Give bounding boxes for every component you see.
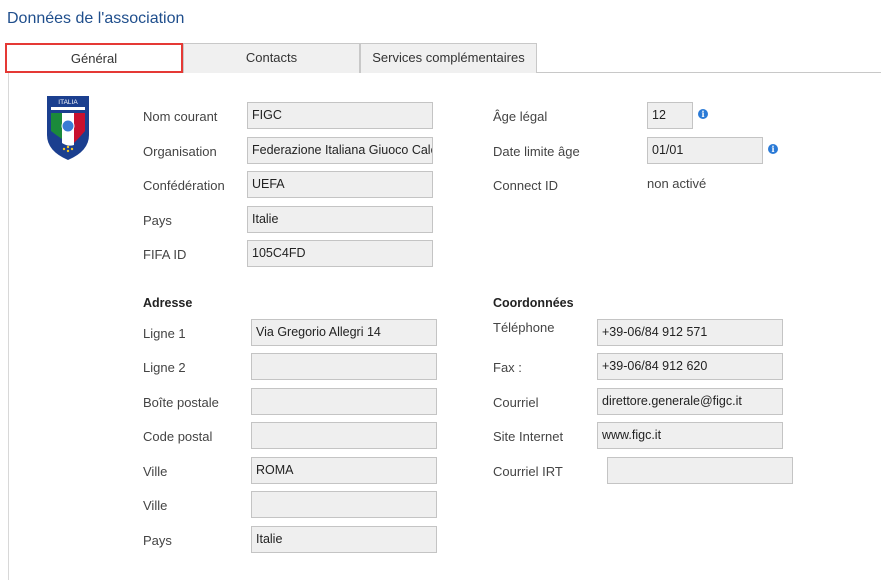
ligne2-field[interactable] xyxy=(251,353,437,380)
courriel-irt-label: Courriel IRT xyxy=(493,464,563,479)
courriel-irt-field[interactable] xyxy=(607,457,793,484)
crest-text: ITALIA xyxy=(58,99,78,106)
date-limite-age-label: Date limite âge xyxy=(493,144,580,159)
ville2-field[interactable] xyxy=(251,491,437,518)
fax-field[interactable]: +39-06/84 912 620 xyxy=(597,353,783,380)
coordonnees-heading: Coordonnées xyxy=(493,296,574,310)
age-legal-label: Âge légal xyxy=(493,109,548,124)
fifa-id-label: FIFA ID xyxy=(143,247,187,262)
boite-postale-field[interactable] xyxy=(251,388,437,415)
courriel-field[interactable]: direttore.generale@figc.it xyxy=(597,388,783,415)
site-internet-field[interactable]: www.figc.it xyxy=(597,422,783,449)
ligne1-label: Ligne 1 xyxy=(143,326,186,341)
connect-id-label: Connect ID xyxy=(493,178,559,193)
tab-general[interactable]: Général xyxy=(5,43,183,73)
courriel-label: Courriel xyxy=(493,395,539,410)
connect-id-value: non activé xyxy=(647,176,707,191)
age-legal-field[interactable]: 12 xyxy=(647,102,693,129)
pays-field[interactable]: Italie xyxy=(247,206,433,233)
info-icon[interactable]: i xyxy=(768,144,778,154)
tab-bar: Général Contacts Services complémentaire… xyxy=(5,43,881,73)
adresse-pays-field[interactable]: Italie xyxy=(251,526,437,553)
organisation-label: Organisation xyxy=(143,144,217,159)
fifa-id-field[interactable]: 105C4FD xyxy=(247,240,433,267)
organisation-field[interactable]: Federazione Italiana Giuoco Calcio xyxy=(247,137,433,164)
ville2-label: Ville xyxy=(143,498,168,513)
nom-courant-label: Nom courant xyxy=(143,109,218,124)
site-internet-label: Site Internet xyxy=(493,429,564,444)
ville-field[interactable]: ROMA xyxy=(251,457,437,484)
code-postal-label: Code postal xyxy=(143,429,213,444)
info-icon[interactable]: i xyxy=(698,109,708,119)
nom-courant-field[interactable]: FIGC xyxy=(247,102,433,129)
page-title: Données de l'association xyxy=(7,10,185,27)
ligne1-field[interactable]: Via Gregorio Allegri 14 xyxy=(251,319,437,346)
ville-label: Ville xyxy=(143,464,168,479)
confederation-field[interactable]: UEFA xyxy=(247,171,433,198)
confederation-label: Confédération xyxy=(143,178,225,193)
adresse-pays-label: Pays xyxy=(143,533,172,548)
tab-services-complementaires[interactable]: Services complémentaires xyxy=(360,43,537,73)
date-limite-age-field[interactable]: 01/01 xyxy=(647,137,763,164)
telephone-label: Téléphone xyxy=(493,320,555,335)
fax-label: Fax : xyxy=(493,360,522,375)
adresse-heading: Adresse xyxy=(143,296,193,310)
telephone-field[interactable]: +39-06/84 912 571 xyxy=(597,319,783,346)
code-postal-field[interactable] xyxy=(251,422,437,449)
pays-label: Pays xyxy=(143,213,172,228)
boite-postale-label: Boîte postale xyxy=(143,395,219,410)
tab-contacts[interactable]: Contacts xyxy=(183,43,360,73)
figc-crest-icon: ITALIA xyxy=(47,96,89,160)
ligne2-label: Ligne 2 xyxy=(143,360,186,375)
